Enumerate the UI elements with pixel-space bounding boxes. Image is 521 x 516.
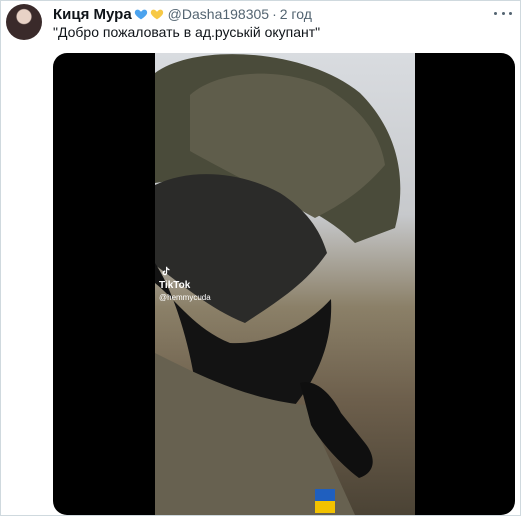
tweet-card: Киця Мура @Dasha198305 · 2 год "Добро по…: [0, 0, 521, 516]
video-frame[interactable]: TikTok @hemmycuda: [155, 53, 415, 515]
tweet-time[interactable]: 2 год: [280, 6, 312, 22]
tweet-header: Киця Мура @Dasha198305 · 2 год: [53, 4, 480, 24]
user-name[interactable]: Киця Мура: [53, 6, 132, 23]
tiktok-watermark: TikTok @hemmycuda: [159, 265, 211, 304]
avatar[interactable]: [6, 4, 42, 40]
more-icon[interactable]: [494, 5, 512, 21]
separator-dot: ·: [272, 6, 277, 22]
tiktok-user: @hemmycuda: [159, 293, 211, 302]
blue-heart-icon: [134, 9, 147, 20]
tweet-text: "Добро пожаловать в ад.руській окупант": [53, 24, 321, 40]
user-handle[interactable]: @Dasha198305: [168, 6, 269, 22]
tiktok-logo-icon: [162, 266, 170, 276]
tweet-media[interactable]: TikTok @hemmycuda: [53, 53, 515, 515]
tiktok-brand: TikTok: [159, 280, 191, 291]
yellow-heart-icon: [150, 9, 163, 20]
